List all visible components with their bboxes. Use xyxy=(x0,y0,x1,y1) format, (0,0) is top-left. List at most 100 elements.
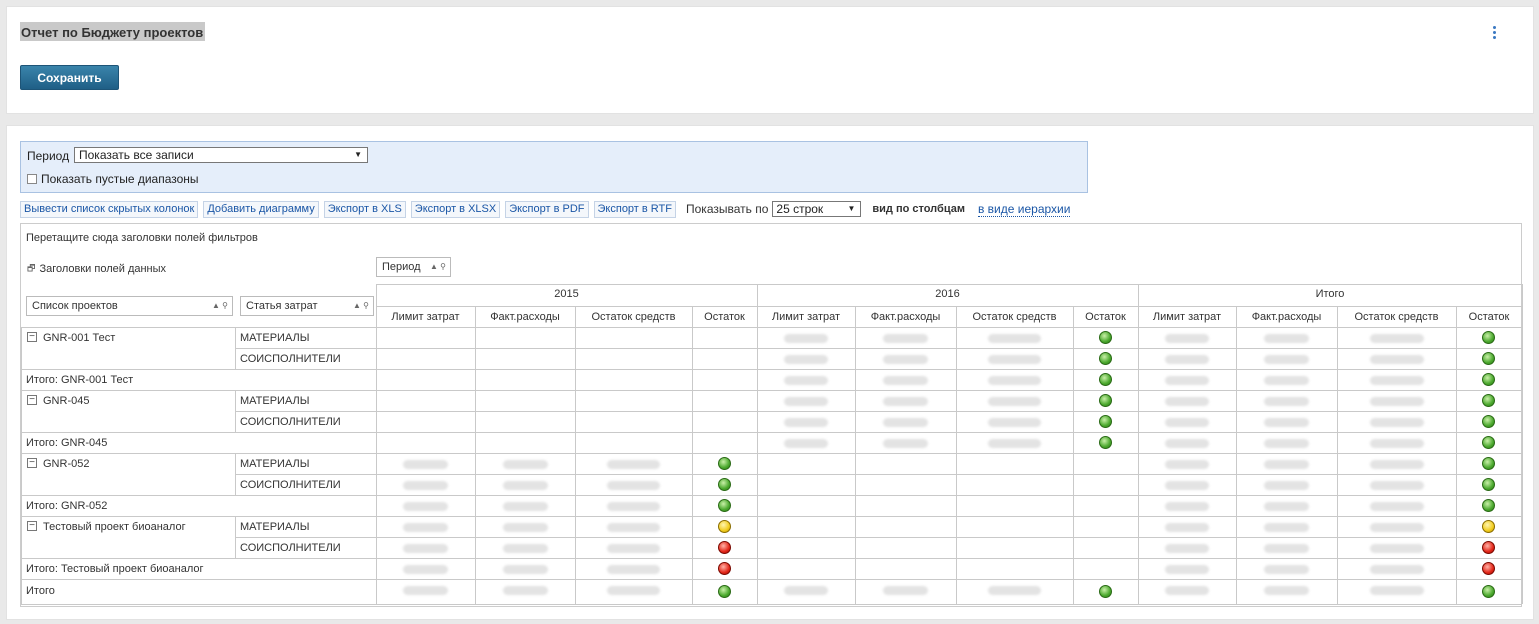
sort-filter-icon[interactable]: ▲ ⚲ xyxy=(353,297,369,315)
export-rtf-button[interactable]: Экспорт в RTF xyxy=(593,200,676,218)
sort-filter-icon[interactable]: ▲ ⚲ xyxy=(430,258,446,276)
masked-value xyxy=(1165,565,1209,574)
status-green-icon xyxy=(1482,415,1495,428)
masked-value xyxy=(1264,439,1309,448)
report-toolbar: Вывести список скрытых колонок Добавить … xyxy=(20,200,1071,218)
masked-value xyxy=(988,376,1041,385)
masked-value xyxy=(1165,502,1209,511)
masked-value xyxy=(784,418,828,427)
masked-value xyxy=(1165,523,1209,532)
masked-value xyxy=(607,523,660,532)
grid-line xyxy=(757,306,758,604)
masked-value xyxy=(1165,418,1209,427)
masked-value xyxy=(1264,502,1309,511)
masked-value xyxy=(1369,397,1424,406)
chevron-down-icon: ▼ xyxy=(354,150,362,159)
filter-drop-zone[interactable]: Перетащите сюда заголовки полей фильтров xyxy=(26,232,258,244)
view-hierarchy-link[interactable]: в виде иерархии xyxy=(977,202,1071,217)
masked-value xyxy=(988,439,1041,448)
status-red-icon xyxy=(717,562,731,575)
checkbox-icon[interactable] xyxy=(27,174,37,184)
masked-value xyxy=(883,586,928,595)
collapse-icon[interactable]: − xyxy=(27,521,37,531)
masked-value xyxy=(403,586,448,595)
grid-line xyxy=(692,306,693,604)
masked-value xyxy=(988,355,1041,364)
status-green-icon xyxy=(1482,436,1495,449)
masked-value xyxy=(502,460,548,469)
cost-article: СОИСПОЛНИТЕЛИ xyxy=(240,542,341,554)
sort-filter-icon[interactable]: ▲ ⚲ xyxy=(212,297,228,315)
status-green-icon xyxy=(1482,457,1495,470)
measure-header[interactable]: Остаток xyxy=(692,307,757,327)
period-select[interactable]: Показать все записи ▼ xyxy=(74,147,368,163)
status-green-icon xyxy=(717,457,731,470)
show-hidden-columns-button[interactable]: Вывести список скрытых колонок xyxy=(20,200,199,218)
grid-line xyxy=(575,306,576,604)
measure-header[interactable]: Остаток xyxy=(1073,307,1138,327)
masked-value xyxy=(1369,544,1424,553)
masked-value xyxy=(883,355,928,364)
export-xlsx-button[interactable]: Экспорт в XLSX xyxy=(410,200,501,218)
masked-value xyxy=(403,481,448,490)
row-field-projects[interactable]: Список проектов ▲ ⚲ xyxy=(26,296,233,316)
measure-header[interactable]: Лимит затрат xyxy=(757,307,855,327)
masked-value xyxy=(607,565,660,574)
grid-line xyxy=(855,306,856,604)
column-field-period[interactable]: Период ▲ ⚲ xyxy=(376,257,451,277)
status-green-icon xyxy=(1098,331,1112,344)
status-yellow-icon xyxy=(1482,520,1495,533)
masked-value xyxy=(1264,397,1309,406)
masked-value xyxy=(502,544,548,553)
data-headers-toggle[interactable]: 🗗 Заголовки полей данных xyxy=(27,261,166,277)
measure-header[interactable]: Остаток средств xyxy=(956,307,1073,327)
grid-line xyxy=(235,537,236,558)
year-header: Итого xyxy=(1315,288,1345,300)
column-field-label: Период xyxy=(382,261,421,273)
measure-header[interactable]: Остаток xyxy=(1456,307,1522,327)
grid-line xyxy=(1138,306,1139,604)
status-green-icon xyxy=(717,499,731,512)
collapse-icon[interactable]: − xyxy=(27,458,37,468)
measure-header[interactable]: Лимит затрат xyxy=(1138,307,1236,327)
status-yellow-icon xyxy=(717,520,731,533)
filter-box: Период Показать все записи ▼ Показать пу… xyxy=(20,141,1088,193)
status-green-icon xyxy=(1098,415,1112,428)
grid-line xyxy=(235,327,236,348)
masked-value xyxy=(403,565,448,574)
masked-value xyxy=(607,586,660,595)
masked-value xyxy=(1264,418,1309,427)
save-button[interactable]: Сохранить xyxy=(20,65,119,90)
masked-value xyxy=(1369,439,1424,448)
measure-header[interactable]: Лимит затрат xyxy=(376,307,475,327)
grid-line xyxy=(21,604,1522,605)
measure-header[interactable]: Факт.расходы xyxy=(855,307,956,327)
project-name: Тестовый проект биоаналог xyxy=(43,521,186,533)
masked-value xyxy=(502,586,548,595)
more-options-icon[interactable] xyxy=(1487,25,1501,43)
export-xls-button[interactable]: Экспорт в XLS xyxy=(323,200,406,218)
period-label: Период xyxy=(27,149,70,163)
show-empty-ranges-checkbox[interactable]: Показать пустые диапазоны xyxy=(27,172,199,186)
grid-line xyxy=(235,516,236,537)
masked-value xyxy=(1264,586,1309,595)
masked-value xyxy=(1165,355,1209,364)
add-chart-button[interactable]: Добавить диаграмму xyxy=(203,200,319,218)
export-pdf-button[interactable]: Экспорт в PDF xyxy=(505,200,589,218)
collapse-icon[interactable]: − xyxy=(27,395,37,405)
masked-value xyxy=(502,502,548,511)
masked-value xyxy=(403,502,448,511)
masked-value xyxy=(784,355,828,364)
collapse-icon[interactable]: − xyxy=(27,332,37,342)
measure-header[interactable]: Остаток средств xyxy=(575,307,692,327)
row-field-articles[interactable]: Статья затрат ▲ ⚲ xyxy=(240,296,374,316)
grid-line xyxy=(1236,306,1237,604)
rows-per-page-select[interactable]: 25 строк ▼ xyxy=(772,201,862,217)
measure-header[interactable]: Остаток средств xyxy=(1337,307,1456,327)
masked-value xyxy=(784,397,828,406)
chevron-down-icon: ▼ xyxy=(847,204,856,213)
measure-header[interactable]: Факт.расходы xyxy=(1236,307,1337,327)
grid-line xyxy=(956,306,957,604)
measure-header[interactable]: Факт.расходы xyxy=(475,307,575,327)
masked-value xyxy=(1264,565,1309,574)
